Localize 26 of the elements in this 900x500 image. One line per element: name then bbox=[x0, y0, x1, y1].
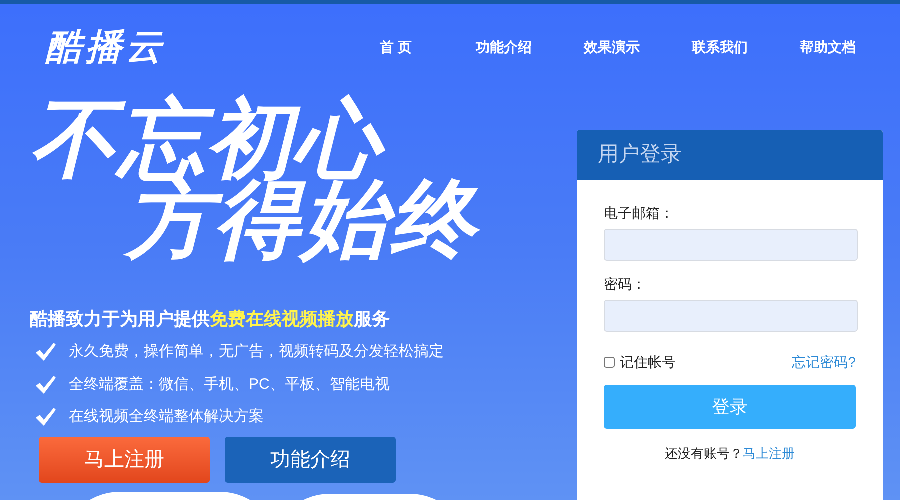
checkmark-icon bbox=[35, 374, 57, 395]
hero-button[interactable]: 马上注册 bbox=[39, 436, 210, 482]
checkmark-icon bbox=[35, 342, 57, 362]
register-link[interactable]: 马上注册 bbox=[743, 444, 795, 464]
nav-link[interactable]: 功能介绍 bbox=[450, 36, 558, 58]
password-field[interactable] bbox=[604, 300, 858, 332]
login-title: 用户登录 bbox=[598, 142, 682, 168]
nav-link[interactable]: 效果演示 bbox=[558, 36, 666, 58]
register-prompt: 还没有账号？ bbox=[665, 445, 743, 463]
email-label: 电子邮箱： bbox=[604, 204, 675, 223]
nav-link[interactable]: 首 页 bbox=[342, 36, 450, 58]
feature-text: 全终端覆盖：微信、手机、PC、平板、智能电视 bbox=[69, 374, 390, 394]
remember-checkbox[interactable] bbox=[604, 357, 615, 368]
feature-text: 永久免费，操作简单，无广告，视频转码及分发轻松搞定 bbox=[69, 342, 444, 362]
password-label: 密码： bbox=[604, 275, 647, 294]
nav-link[interactable]: 帮助文档 bbox=[774, 36, 882, 58]
logo[interactable]: 酷播云 bbox=[46, 20, 166, 74]
hero-button[interactable]: 功能介绍 bbox=[225, 436, 396, 482]
forgot-password-link[interactable]: 忘记密码? bbox=[792, 352, 856, 373]
headline: 酷播致力于为用户提供免费在线视频播放服务 bbox=[30, 308, 391, 331]
login-button[interactable]: 登录 bbox=[604, 385, 856, 429]
email-field[interactable] bbox=[604, 229, 858, 261]
feature-text: 在线视频全终端整体解决方案 bbox=[69, 407, 264, 427]
remember-label: 记住帐号 bbox=[620, 353, 676, 372]
checkmark-icon bbox=[35, 407, 57, 428]
nav-link[interactable]: 联系我们 bbox=[666, 36, 774, 58]
